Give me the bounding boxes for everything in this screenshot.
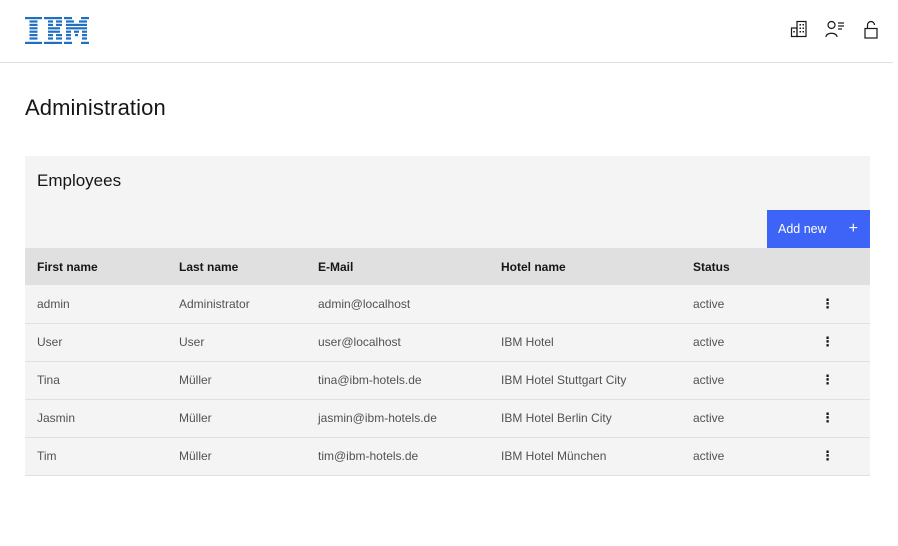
ibm-logo-icon: [25, 17, 89, 44]
cell-hotel-name: IBM Hotel Berlin City: [501, 411, 612, 425]
add-new-button[interactable]: Add new +: [767, 210, 870, 248]
column-header-actions: [785, 248, 870, 285]
cell-first-name: Tina: [37, 373, 60, 387]
cell-email: tim@ibm-hotels.de: [318, 449, 419, 463]
unlock-icon[interactable]: [861, 18, 881, 40]
plus-icon: +: [848, 220, 858, 237]
cell-actions: ⋮: [785, 285, 870, 323]
column-header-email[interactable]: E-Mail: [306, 248, 489, 285]
cell-first-name: User: [37, 335, 63, 349]
cell-hotel-name: [489, 285, 681, 323]
cell-first-name: Jasmin: [37, 411, 76, 425]
cell-hotel-name: IBM Hotel Stuttgart City: [501, 373, 627, 387]
table-row[interactable]: admin Administrator admin@localhost acti…: [25, 285, 870, 323]
table-row[interactable]: Tim Müller tim@ibm-hotels.de IBM Hotel M…: [25, 437, 870, 475]
top-header: [0, 0, 893, 63]
add-new-button-label: Add new: [778, 222, 827, 236]
cell-status: active: [693, 296, 725, 311]
table-row[interactable]: User User user@localhost IBM Hotel activ…: [25, 323, 870, 361]
cell-status: active: [693, 411, 725, 425]
overflow-menu-icon[interactable]: ⋮: [818, 448, 838, 464]
employees-panel: Employees Add new + First name Last name…: [25, 156, 870, 476]
cell-first-name: Tim: [37, 449, 57, 463]
cell-hotel-name: IBM Hotel München: [501, 449, 607, 463]
column-header-last-name[interactable]: Last name: [167, 248, 306, 285]
panel-title: Employees: [37, 171, 122, 190]
cell-last-name: Müller: [179, 373, 212, 387]
cell-actions: ⋮: [785, 361, 870, 399]
cell-last-name: Administrator: [179, 296, 250, 311]
cell-hotel-name: IBM Hotel: [501, 335, 554, 349]
cell-status: active: [693, 335, 725, 349]
cell-last-name: User: [179, 335, 205, 349]
column-header-first-name[interactable]: First name: [25, 248, 167, 285]
hotel-building-icon[interactable]: [789, 18, 809, 40]
column-header-status[interactable]: Status: [681, 248, 785, 285]
table-header-row: First name Last name E-Mail Hotel name S…: [25, 248, 870, 285]
overflow-menu-icon[interactable]: ⋮: [818, 372, 838, 388]
cell-email: user@localhost: [318, 335, 401, 349]
header-actions: [789, 18, 881, 40]
cell-actions: ⋮: [785, 399, 870, 437]
cell-last-name: Müller: [179, 449, 212, 463]
cell-status: active: [693, 373, 725, 387]
cell-last-name: Müller: [179, 411, 212, 425]
cell-status: active: [693, 449, 725, 463]
overflow-menu-icon[interactable]: ⋮: [818, 334, 838, 350]
overflow-menu-icon[interactable]: ⋮: [818, 296, 838, 312]
cell-actions: ⋮: [785, 437, 870, 475]
column-header-hotel-name[interactable]: Hotel name: [489, 248, 681, 285]
cell-first-name: admin: [37, 296, 70, 311]
ibm-logo[interactable]: [25, 17, 89, 44]
overflow-menu-icon[interactable]: ⋮: [818, 410, 838, 426]
cell-email: tina@ibm-hotels.de: [318, 373, 422, 387]
user-list-icon[interactable]: [825, 18, 845, 40]
cell-actions: ⋮: [785, 323, 870, 361]
cell-email: jasmin@ibm-hotels.de: [318, 411, 437, 425]
employees-table: First name Last name E-Mail Hotel name S…: [25, 248, 870, 476]
cell-email: admin@localhost: [318, 296, 411, 311]
page-title: Administration: [25, 95, 166, 120]
table-row[interactable]: Jasmin Müller jasmin@ibm-hotels.de IBM H…: [25, 399, 870, 437]
table-row[interactable]: Tina Müller tina@ibm-hotels.de IBM Hotel…: [25, 361, 870, 399]
